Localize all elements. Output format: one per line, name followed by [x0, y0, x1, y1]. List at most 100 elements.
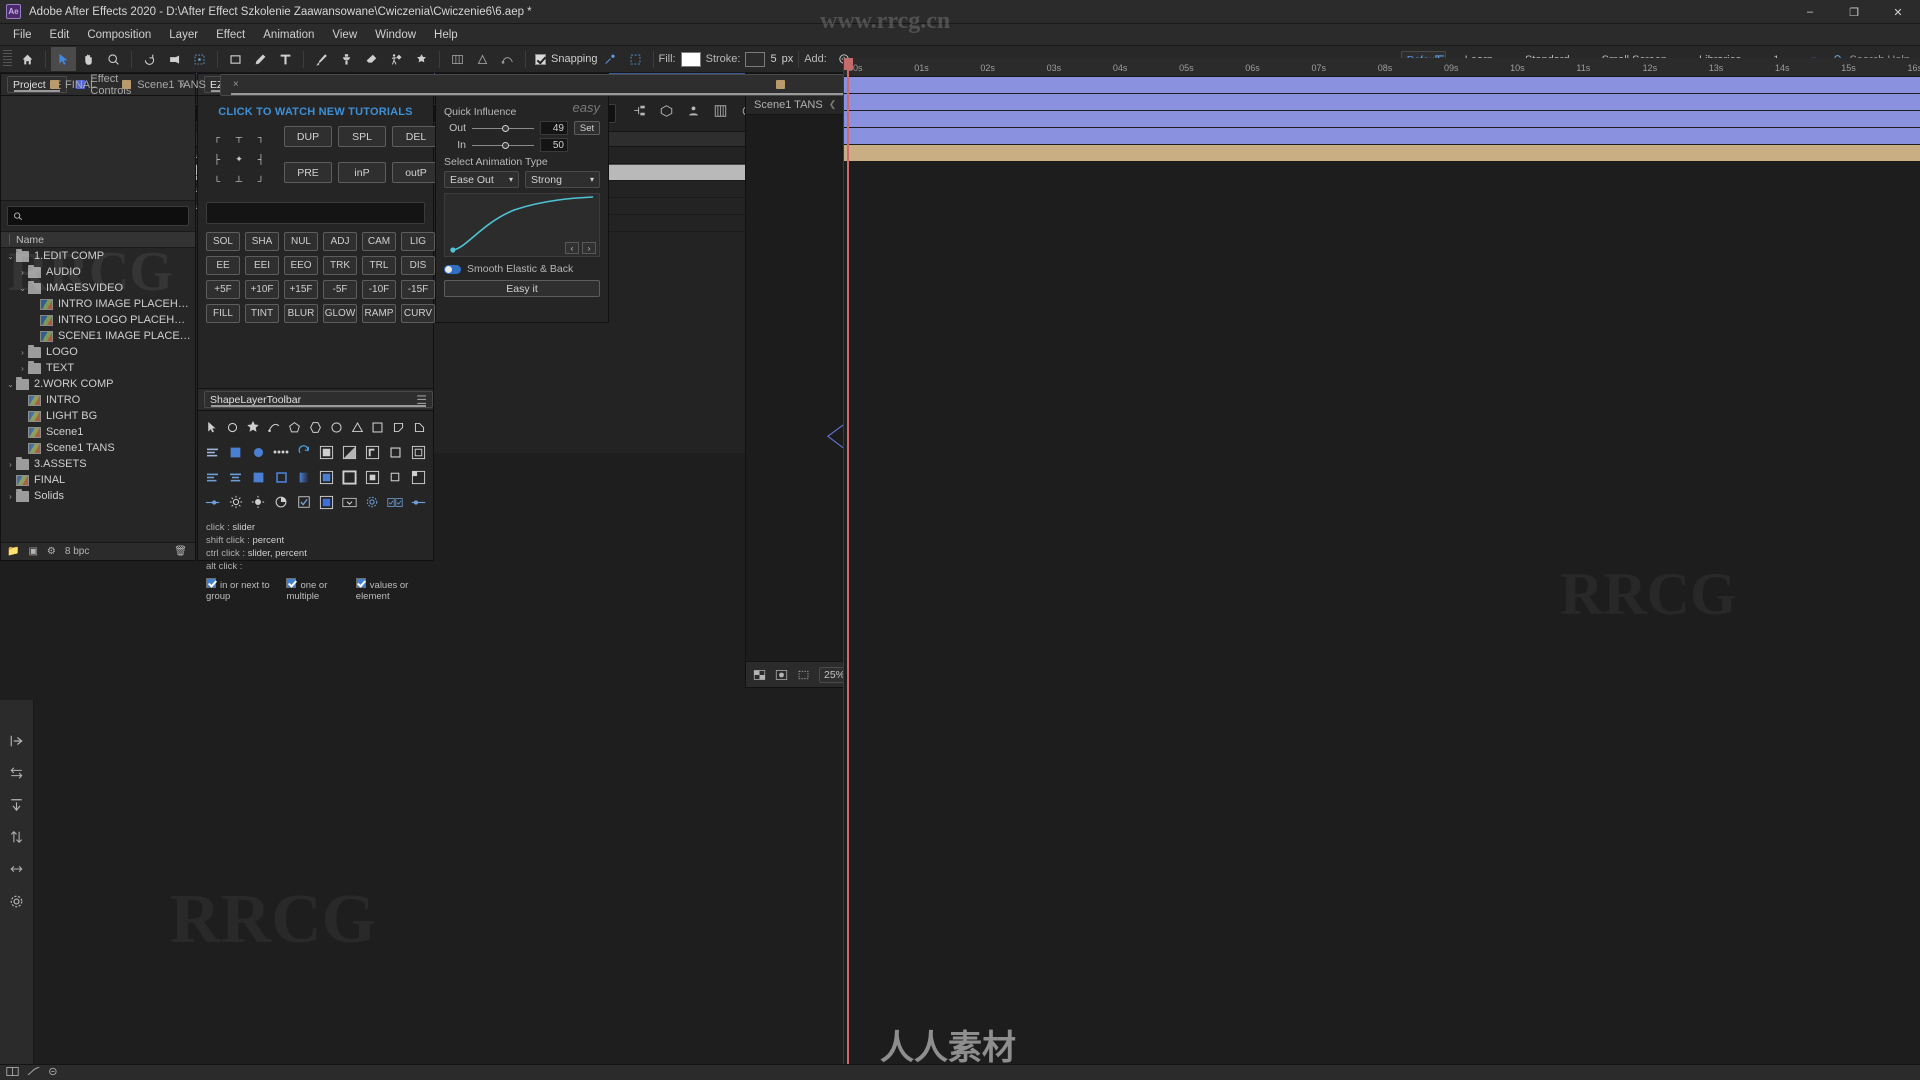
- ez-tool-trl[interactable]: TRL: [362, 256, 396, 275]
- twirl-icon[interactable]: ›: [17, 268, 28, 277]
- center-icon[interactable]: [9, 862, 24, 881]
- twirl-icon[interactable]: ⌄: [5, 252, 16, 261]
- align-left-bars-icon[interactable]: [204, 467, 222, 487]
- minimize-button[interactable]: –: [1788, 0, 1832, 24]
- checkbox-icon[interactable]: [355, 578, 366, 588]
- distribute-horizontal-icon[interactable]: [9, 766, 24, 785]
- ez-tool-cam[interactable]: CAM: [362, 232, 396, 251]
- timeline-tab-scene1-tans[interactable]: Scene1 TANS: [110, 74, 218, 96]
- ez-tool-adj[interactable]: ADJ: [323, 232, 357, 251]
- rectangle-tool-icon[interactable]: [223, 47, 248, 71]
- tiny-square-icon[interactable]: [386, 467, 404, 487]
- in-slider-knob[interactable]: [502, 141, 510, 149]
- align-top-icon[interactable]: [9, 798, 24, 817]
- anchor-cell-4[interactable]: ✦: [234, 154, 244, 164]
- anchor-cell-2[interactable]: ┐: [256, 132, 266, 142]
- zoom-tool-icon[interactable]: [101, 47, 126, 71]
- twirl-icon[interactable]: ›: [17, 348, 28, 357]
- draft-3d-icon[interactable]: [659, 104, 674, 123]
- easing-curve-preview[interactable]: ‹ ›: [444, 193, 600, 257]
- twirl-icon[interactable]: ›: [17, 364, 28, 373]
- project-search-field[interactable]: [27, 210, 183, 222]
- toggle-mask-icon[interactable]: [775, 669, 788, 681]
- ez-button-del[interactable]: DEL: [392, 126, 440, 147]
- menu-edit[interactable]: Edit: [41, 26, 79, 44]
- layer-duration-bar[interactable]: [844, 145, 1920, 161]
- maximize-button[interactable]: ❐: [1832, 0, 1876, 24]
- current-time-indicator[interactable]: [843, 58, 853, 1080]
- shape-tool-icon[interactable]: [495, 47, 520, 71]
- half-square-icon[interactable]: [341, 442, 359, 462]
- checkbox-icon[interactable]: [295, 492, 313, 512]
- curve-next-button[interactable]: ›: [582, 242, 596, 254]
- anchor-point-tool-icon[interactable]: [187, 47, 212, 71]
- dropdown-box-icon[interactable]: [341, 492, 359, 512]
- timeline-zoom-out-icon[interactable]: [48, 1064, 61, 1080]
- settings-gear-icon[interactable]: [9, 894, 24, 914]
- menu-file[interactable]: File: [4, 26, 41, 44]
- ez-tool-glow[interactable]: GLOW: [323, 304, 357, 323]
- project-item[interactable]: Scene1 TANS: [1, 440, 195, 456]
- new-comp-icon[interactable]: ▣: [28, 546, 37, 557]
- ez-tool-eei[interactable]: EEI: [245, 256, 279, 275]
- mask-tool-icon[interactable]: [470, 47, 495, 71]
- anchor-cell-7[interactable]: ┴: [234, 176, 244, 186]
- project-item[interactable]: INTRO IMAGE PLACEHOLDER: [1, 296, 195, 312]
- ez-tool-blur[interactable]: BLUR: [284, 304, 318, 323]
- project-item[interactable]: › AUDIO: [1, 264, 195, 280]
- ez-tool-eeo[interactable]: EEO: [284, 256, 318, 275]
- project-search-input[interactable]: [7, 206, 189, 226]
- circle-outline-icon[interactable]: [225, 417, 241, 437]
- close-button[interactable]: ✕: [1876, 0, 1920, 24]
- align-left-icon[interactable]: [9, 734, 24, 753]
- ez-tool-sha[interactable]: SHA: [245, 232, 279, 251]
- blue-filled-alt-icon[interactable]: [318, 467, 336, 487]
- ez-button-spl[interactable]: SPL: [338, 126, 386, 147]
- menu-effect[interactable]: Effect: [207, 26, 254, 44]
- rows-icon[interactable]: [204, 442, 222, 462]
- blue-outline-square-icon[interactable]: [272, 467, 290, 487]
- blue-block-icon[interactable]: [318, 492, 336, 512]
- composition-mini-flowchart-icon[interactable]: [632, 104, 647, 123]
- polygon-a-icon[interactable]: [391, 417, 407, 437]
- ez-tool-fill[interactable]: FILL: [206, 304, 240, 323]
- double-square-icon[interactable]: [409, 442, 427, 462]
- triangle-icon[interactable]: [349, 417, 365, 437]
- ez-text-field[interactable]: [206, 202, 425, 224]
- camera-tool-icon[interactable]: [162, 47, 187, 71]
- ez-tool-tint[interactable]: TINT: [245, 304, 279, 323]
- project-item[interactable]: ⌄ 2.WORK COMP: [1, 376, 195, 392]
- project-item[interactable]: INTRO LOGO PLACEHOLDER: [1, 312, 195, 328]
- layer-duration-bar[interactable]: [844, 111, 1920, 127]
- ez-tool-ramp[interactable]: RAMP: [362, 304, 396, 323]
- menu-window[interactable]: Window: [366, 26, 425, 44]
- menu-composition[interactable]: Composition: [78, 26, 160, 44]
- shape-checkbox-option[interactable]: values or element: [355, 578, 425, 602]
- dots-icon[interactable]: [272, 442, 290, 462]
- ease-strength-select[interactable]: Strong ▾: [525, 171, 600, 188]
- in-value[interactable]: 50: [540, 138, 568, 152]
- project-item[interactable]: ⌄ 1.EDIT COMP: [1, 248, 195, 264]
- selection-tool-icon[interactable]: [51, 47, 76, 71]
- ez-tool-sol[interactable]: SOL: [206, 232, 240, 251]
- bit-depth-label[interactable]: 8 bpc: [65, 546, 89, 557]
- polygon-b-icon[interactable]: [411, 417, 427, 437]
- anchor-cell-8[interactable]: ┘: [256, 176, 266, 186]
- ez-tool-5f[interactable]: -5F: [323, 280, 357, 299]
- twirl-icon[interactable]: ›: [5, 492, 16, 501]
- anchor-cell-1[interactable]: ┬: [234, 132, 244, 142]
- project-item[interactable]: INTRO: [1, 392, 195, 408]
- twirl-icon[interactable]: ›: [5, 460, 16, 469]
- layer-duration-bar[interactable]: [844, 77, 1920, 93]
- ease-type-select[interactable]: Ease Out ▾: [444, 171, 519, 188]
- breadcrumb-item[interactable]: Scene1 TANS: [754, 99, 823, 111]
- pie-icon[interactable]: [272, 492, 290, 512]
- delete-icon[interactable]: 🗑: [174, 546, 195, 557]
- anchor-cell-0[interactable]: ┌: [212, 132, 222, 142]
- ez-tool-nul[interactable]: NUL: [284, 232, 318, 251]
- project-item[interactable]: ⌄ IMAGESVIDEO: [1, 280, 195, 296]
- project-item[interactable]: › 3.ASSETS: [1, 456, 195, 472]
- align-center-bars-icon[interactable]: [227, 467, 245, 487]
- toolbar-grip-icon[interactable]: [3, 50, 12, 68]
- ez-tool-lig[interactable]: LIG: [401, 232, 435, 251]
